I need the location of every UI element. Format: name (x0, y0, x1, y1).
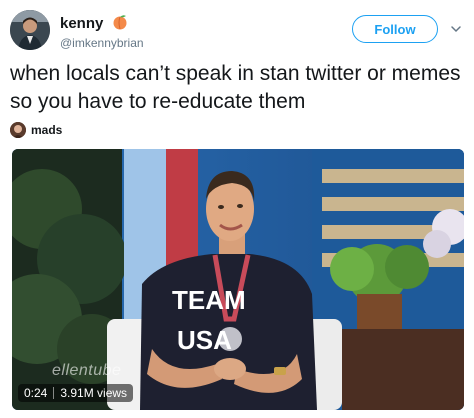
video-watermark: ellentube (52, 362, 122, 379)
chevron-down-icon[interactable] (450, 23, 462, 35)
badge-divider (53, 387, 55, 399)
tweet-text: when locals can’t speak in stan twitter … (10, 62, 461, 113)
video-views: 3.91M views (60, 386, 128, 400)
user-name-block[interactable]: kenny @imkennybrian (60, 14, 144, 50)
peach-emoji-icon (113, 15, 127, 30)
user-handle[interactable]: @imkennybrian (60, 36, 144, 50)
shirt-text-bottom: USA (177, 325, 232, 355)
quoted-user-avatar[interactable] (10, 122, 26, 138)
quoted-user[interactable]: mads (10, 121, 62, 139)
follow-button[interactable]: Follow (352, 15, 438, 43)
user-avatar[interactable] (10, 10, 50, 50)
video-time: 0:24 (24, 386, 48, 400)
video-time-badge: 0:24 3.91M views (18, 384, 134, 402)
shirt-text-top: TEAM (172, 285, 246, 315)
video-player[interactable]: TEAM USA ellentube 0:24 3.91M views (12, 149, 464, 410)
tweet-header: kenny @imkennybrian Follow (10, 10, 464, 52)
quoted-user-name[interactable]: mads (31, 123, 62, 137)
user-display-name[interactable]: kenny (60, 15, 103, 32)
